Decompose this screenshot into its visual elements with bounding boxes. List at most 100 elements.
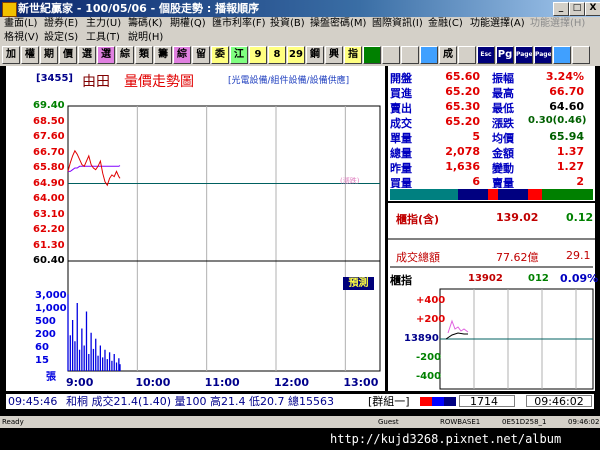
menu-item-9[interactable]: 金融(C): [428, 17, 463, 31]
quote-label: 總量: [390, 147, 412, 160]
price-tick-label: 69.40: [33, 100, 65, 111]
toolbar-button-14[interactable]: 8: [268, 46, 286, 64]
quote-value: 6: [472, 175, 480, 188]
menu2-item-1[interactable]: 設定(S): [44, 31, 78, 45]
quote-label: 昨量: [390, 162, 412, 175]
toolbar-button-0[interactable]: 加: [2, 46, 20, 64]
quote-label: 買進: [390, 87, 412, 100]
volume-tick-label: 200: [35, 329, 56, 340]
volume-tick-label: 60: [35, 342, 49, 353]
toolbar-button-28[interactable]: Page: [534, 46, 552, 64]
menu-item-3[interactable]: 籌碼(K): [128, 17, 162, 31]
menu-item-4[interactable]: 期權(Q): [170, 17, 206, 31]
toolbar-button-1[interactable]: 權: [21, 46, 39, 64]
window-title: 新世紀贏家 - 100/05/06 - 個股走勢 : 播報順序: [18, 2, 260, 15]
status-time: 09:46:02: [568, 418, 600, 426]
toolbar-button-15[interactable]: 29: [287, 46, 305, 64]
clock-display: 09:46:02: [526, 395, 592, 408]
menu2-item-0[interactable]: 格視(V): [4, 31, 39, 45]
toolbar-button-7[interactable]: 類: [135, 46, 153, 64]
minimize-button[interactable]: _: [553, 2, 569, 16]
volume-tick-label: 3,000: [35, 290, 67, 301]
menu-item-11[interactable]: 功能選擇(H): [530, 17, 585, 31]
toolbar-button-27[interactable]: Page: [515, 46, 533, 64]
index-panel: 櫃指(含) 139.02 0.12 成交總額 77.62億 29.1 櫃指 13…: [388, 203, 598, 391]
toolbar-button-5[interactable]: 選: [97, 46, 115, 64]
status-user: Guest: [378, 418, 399, 426]
index-tick-label: +400: [416, 295, 446, 306]
menu2-item-3[interactable]: 說明(H): [128, 31, 163, 45]
toolbar-button-11[interactable]: 委: [211, 46, 229, 64]
quote-label: 均價: [492, 132, 514, 145]
quote-value: 65.30: [445, 100, 480, 113]
toolbar: 加權期價選選綜類籌綜留委江 9 8 29 鋼興指成 Esc Pg Page Page: [0, 44, 600, 66]
status-ready: Ready: [2, 418, 24, 426]
quote-value: 0.30(0.46): [528, 115, 587, 126]
quote-label: 成交: [390, 117, 412, 130]
toolbar-button-20[interactable]: [382, 46, 400, 64]
status-id: 0E51D258_1: [502, 418, 547, 426]
toolbar-button-3[interactable]: 價: [59, 46, 77, 64]
toolbar-button-12[interactable]: 江: [230, 46, 248, 64]
toolbar-button-9[interactable]: 綜: [173, 46, 191, 64]
chart-panel: [3455] 由田 量價走勢圖 [光電設備/組件設備/設備供應] 69.40 68…: [6, 66, 385, 391]
volume-tick-label: 15: [35, 355, 49, 366]
toolbar-button-21[interactable]: [401, 46, 419, 64]
group-label[interactable]: [群組一]: [368, 394, 410, 409]
time-tick-label: 13:00: [343, 376, 379, 389]
toolbar-button-8[interactable]: 籌: [154, 46, 172, 64]
toolbar-button-17[interactable]: 興: [325, 46, 343, 64]
quote-value: 65.94: [549, 130, 584, 143]
toolbar-button-29[interactable]: [553, 46, 571, 64]
bar-segment: [488, 189, 498, 200]
predict-button[interactable]: 預測: [343, 277, 374, 290]
index-line: [447, 319, 469, 334]
toolbar-button-6[interactable]: 綜: [116, 46, 134, 64]
toolbar-button-18[interactable]: 指: [344, 46, 362, 64]
toolbar-button-10[interactable]: 留: [192, 46, 210, 64]
quote-value: 66.70: [549, 85, 584, 98]
maximize-button[interactable]: □: [569, 2, 585, 16]
menu-item-8[interactable]: 國際資訊(I): [372, 17, 423, 31]
quote-value: 65.20: [445, 115, 480, 128]
toolbar-button-2[interactable]: 期: [40, 46, 58, 64]
toolbar-button-26[interactable]: Pg: [496, 46, 514, 64]
menu-bar: 畫面(L) 證券(E) 主力(U) 籌碼(K) 期權(Q) 匯市利率(F) 投資(B) 操盤密…: [0, 17, 600, 31]
menu-item-2[interactable]: 主力(U): [86, 17, 121, 31]
toolbar-button-25[interactable]: Esc: [477, 46, 495, 64]
toolbar-button-23[interactable]: 成: [439, 46, 457, 64]
stock-code-input[interactable]: 1714: [459, 395, 515, 408]
menu-item-7[interactable]: 操盤密碼(M): [310, 17, 366, 31]
menu-item-5[interactable]: 匯市利率(F): [212, 17, 266, 31]
toolbar-button-30[interactable]: [572, 46, 590, 64]
price-tick-label: 63.10: [33, 208, 65, 220]
quote-value: 64.60: [549, 100, 584, 113]
plot-frame: [67, 105, 381, 372]
time-tick-label: 10:00: [135, 376, 171, 389]
volume-tick-label: 張: [46, 372, 56, 383]
price-tick-label: 60.40: [33, 255, 65, 266]
toolbar-button-4[interactable]: 選: [78, 46, 96, 64]
close-button[interactable]: X: [585, 2, 600, 16]
toolbar-button-22[interactable]: [420, 46, 438, 64]
menu-item-0[interactable]: 畫面(L): [4, 17, 37, 31]
price-tick-label: 64.00: [33, 193, 65, 204]
bid-ask-bar: [388, 188, 595, 201]
toolbar-button-24[interactable]: [458, 46, 476, 64]
quote-value: 3.24%: [545, 70, 584, 83]
menu-item-10[interactable]: 功能選擇(A): [470, 17, 525, 31]
bar-navy: [444, 397, 456, 406]
menu-item-1[interactable]: 證券(E): [44, 17, 78, 31]
menu2-item-2[interactable]: 工具(T): [86, 31, 120, 45]
app-icon: [2, 2, 17, 17]
bar-segment: [390, 189, 458, 200]
toolbar-button-19[interactable]: [363, 46, 381, 64]
index-avg-line: [445, 332, 468, 340]
status-server: ROWBASE1: [440, 418, 481, 426]
quote-panel: 開盤 振幅 65.60 3.24% 買進 最高 65.20 66.70 賣出 最低 65.30 64.…: [388, 66, 595, 190]
toolbar-button-16[interactable]: 鋼: [306, 46, 324, 64]
index-tick-label: -400: [416, 371, 442, 382]
toolbar-button-13[interactable]: 9: [249, 46, 267, 64]
menu-item-6[interactable]: 投資(B): [270, 17, 305, 31]
quote-label: 金額: [492, 147, 514, 160]
